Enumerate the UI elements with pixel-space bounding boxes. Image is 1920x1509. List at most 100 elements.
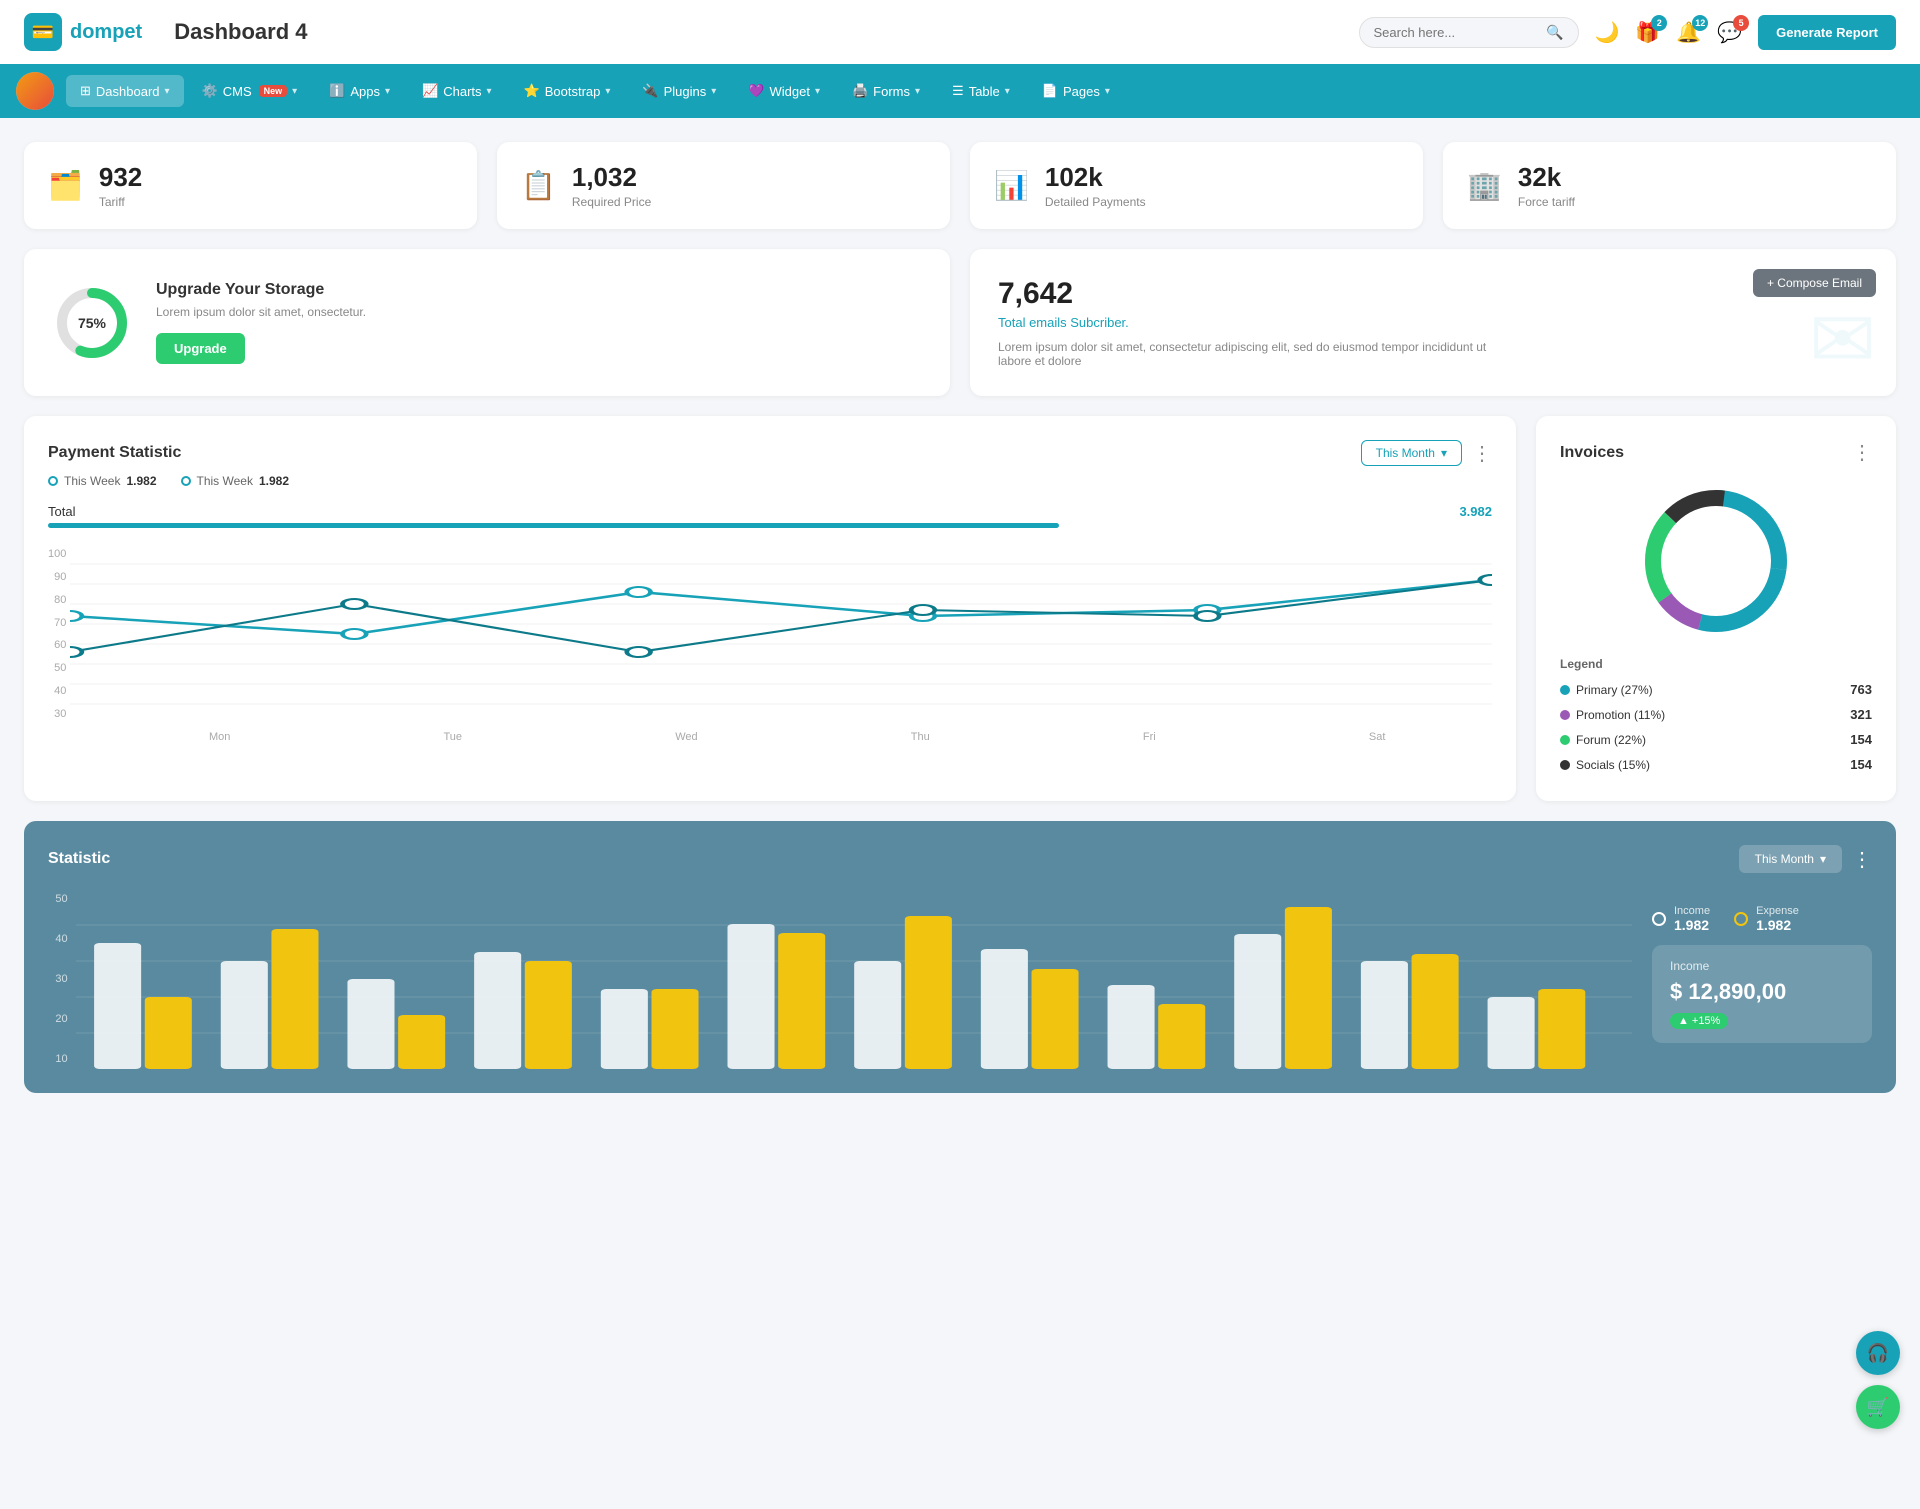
- nav-label-plugins: Plugins: [664, 84, 707, 99]
- legend-dot-2: [181, 476, 191, 486]
- statistic-title: Statistic: [48, 850, 110, 868]
- search-input[interactable]: [1374, 25, 1539, 40]
- total-value: 3.982: [1459, 504, 1492, 519]
- chevron-down-icon-3: ▾: [385, 86, 390, 97]
- statistic-month-filter-button[interactable]: This Month ▾: [1739, 845, 1842, 873]
- nav-avatar: [16, 72, 54, 110]
- nav-label-forms: Forms: [873, 84, 910, 99]
- statistic-content: 50 40 30 20 10: [48, 889, 1872, 1069]
- logo: 💳 dompet: [24, 13, 142, 51]
- statistic-header: Statistic This Month ▾ ⋮: [48, 845, 1872, 873]
- stat-label-payments: Detailed Payments: [1045, 195, 1146, 209]
- stat-card-tariff: 🗂️ 932 Tariff: [24, 142, 477, 229]
- expense-value: 1.982: [1756, 917, 1799, 933]
- nav-label-apps: Apps: [350, 84, 380, 99]
- inv-count-promotion: 321: [1850, 707, 1872, 722]
- fab-container: 🎧 🛒: [1856, 1331, 1900, 1429]
- expense-label: Expense: [1756, 905, 1799, 917]
- legend-label-2: This Week: [197, 474, 253, 488]
- stats-row: 🗂️ 932 Tariff 📋 1,032 Required Price 📊 1…: [24, 142, 1896, 229]
- month-label: This Month: [1755, 852, 1814, 866]
- invoices-more-button[interactable]: ⋮: [1852, 440, 1872, 465]
- storage-donut: 75%: [52, 283, 132, 363]
- logo-icon: 💳: [24, 13, 62, 51]
- nav-item-pages[interactable]: 📄 Pages ▾: [1028, 75, 1124, 107]
- nav-item-plugins[interactable]: 🔌 Plugins ▾: [628, 75, 730, 107]
- bar-y-labels: 50 40 30 20 10: [48, 889, 76, 1069]
- nav-item-dashboard[interactable]: ⊞ Dashboard ▾: [66, 75, 184, 107]
- invoice-legend-item-primary: Primary (27%) 763: [1560, 677, 1872, 702]
- legend-val-1: 1.982: [126, 474, 156, 488]
- logo-text: dompet: [70, 21, 142, 44]
- gift-icon[interactable]: 🎁2: [1635, 20, 1660, 45]
- price-icon: 📋: [521, 169, 556, 202]
- chevron-down-icon-2: ▾: [292, 86, 297, 97]
- plugins-icon: 🔌: [642, 83, 658, 99]
- statistic-header-right: This Month ▾ ⋮: [1739, 845, 1872, 873]
- bootstrap-icon: ⭐: [524, 83, 540, 99]
- statistic-more-button[interactable]: ⋮: [1852, 847, 1872, 872]
- bell-icon[interactable]: 🔔12: [1676, 20, 1701, 45]
- bell-badge: 12: [1692, 15, 1708, 31]
- nav-item-forms[interactable]: 🖨️ Forms ▾: [838, 75, 934, 107]
- nav-item-table[interactable]: ☰ Table ▾: [938, 75, 1024, 107]
- this-month-filter-button[interactable]: This Month ▾: [1361, 440, 1462, 466]
- income-expense-sidebar: Income 1.982 Expense 1.982 Income $: [1652, 889, 1872, 1043]
- chat-badge: 5: [1733, 15, 1749, 31]
- inv-label-promotion: Promotion (11%): [1576, 708, 1665, 722]
- stat-card-price: 📋 1,032 Required Price: [497, 142, 950, 229]
- storage-title: Upgrade Your Storage: [156, 281, 366, 299]
- income-label: Income: [1674, 905, 1710, 917]
- gift-badge: 2: [1651, 15, 1667, 31]
- upgrade-button[interactable]: Upgrade: [156, 333, 245, 364]
- inv-count-socials: 154: [1850, 757, 1872, 772]
- cms-icon: ⚙️: [202, 83, 218, 99]
- stat-value-tariff: 932: [99, 162, 142, 193]
- nav-item-widget[interactable]: 💜 Widget ▾: [734, 75, 834, 107]
- header-icons: 🌙 🎁2 🔔12 💬5: [1595, 20, 1743, 45]
- nav-item-bootstrap[interactable]: ⭐ Bootstrap ▾: [510, 75, 625, 107]
- invoices-card: Invoices ⋮: [1536, 416, 1896, 801]
- dashboard-icon: ⊞: [80, 83, 91, 99]
- income-expense-row: Income 1.982 Expense 1.982: [1652, 905, 1872, 933]
- generate-report-button[interactable]: Generate Report: [1758, 15, 1896, 50]
- email-description: Lorem ipsum dolor sit amet, consectetur …: [998, 340, 1498, 368]
- chevron-down-icon-7: ▾: [815, 86, 820, 97]
- cart-fab-button[interactable]: 🛒: [1856, 1385, 1900, 1429]
- charts-icon: 📈: [422, 83, 438, 99]
- chevron-down-icon-filter: ▾: [1441, 446, 1447, 460]
- income-item: Income 1.982: [1652, 905, 1710, 933]
- headset-fab-button[interactable]: 🎧: [1856, 1331, 1900, 1375]
- x-axis-labels: Mon Tue Wed Thu Fri Sat: [70, 731, 1492, 743]
- stat-label-tariff: Tariff: [99, 195, 142, 209]
- stat-card-payments: 📊 102k Detailed Payments: [970, 142, 1423, 229]
- nav-item-charts[interactable]: 📈 Charts ▾: [408, 75, 506, 107]
- legend-item-1: This Week 1.982: [48, 474, 157, 488]
- legend-item-2: This Week 1.982: [181, 474, 290, 488]
- nav-item-cms[interactable]: ⚙️ CMS New ▾: [188, 75, 312, 107]
- stat-value-force: 32k: [1518, 162, 1575, 193]
- stat-card-force: 🏢 32k Force tariff: [1443, 142, 1896, 229]
- chevron-down-icon-5: ▾: [605, 86, 610, 97]
- nav-label-cms: CMS: [223, 84, 252, 99]
- filter-label: This Month: [1376, 446, 1435, 460]
- payment-card: Payment Statistic This Month ▾ ⋮ This We…: [24, 416, 1516, 801]
- chat-icon[interactable]: 💬5: [1717, 20, 1742, 45]
- income-badge-text: +15%: [1692, 1015, 1720, 1027]
- chevron-down-icon-10: ▾: [1105, 86, 1110, 97]
- header: 💳 dompet Dashboard 4 🔍 🌙 🎁2 🔔12 💬5 Gener…: [0, 0, 1920, 64]
- nav-label-bootstrap: Bootstrap: [545, 84, 601, 99]
- legend-dot-1: [48, 476, 58, 486]
- nav-item-apps[interactable]: ℹ️ Apps ▾: [315, 75, 404, 107]
- email-subtitle: Total emails Subcriber.: [998, 315, 1868, 330]
- email-bg-icon: ✉: [1809, 293, 1876, 386]
- storage-description: Lorem ipsum dolor sit amet, onsectetur.: [156, 305, 366, 319]
- widget-icon: 💜: [748, 83, 764, 99]
- apps-icon: ℹ️: [329, 83, 345, 99]
- payment-more-button[interactable]: ⋮: [1472, 441, 1492, 466]
- cms-badge: New: [259, 85, 288, 97]
- payment-header-right: This Month ▾ ⋮: [1361, 440, 1492, 466]
- moon-icon[interactable]: 🌙: [1595, 20, 1620, 45]
- search-bar[interactable]: 🔍: [1359, 17, 1579, 48]
- inv-dot-primary: [1560, 685, 1570, 695]
